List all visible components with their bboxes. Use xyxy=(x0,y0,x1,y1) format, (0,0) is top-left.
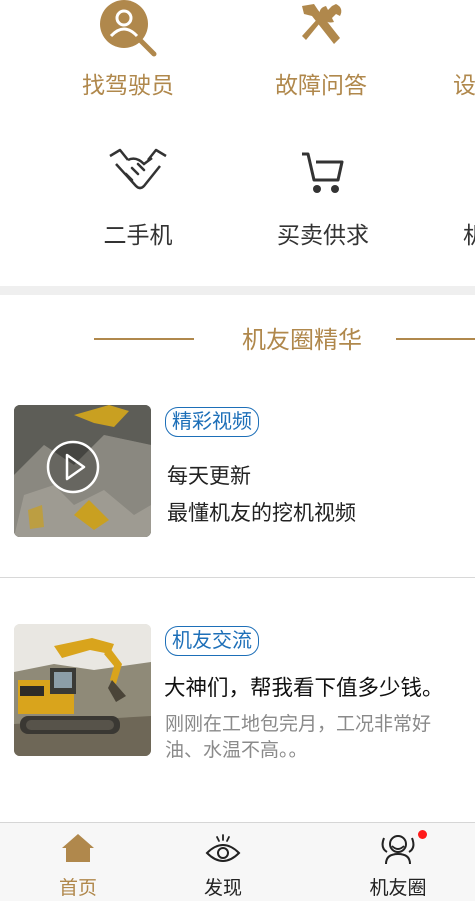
menu-item-trade-supply[interactable]: 买卖供求 xyxy=(228,140,418,250)
notification-badge xyxy=(418,830,427,839)
menu-item-settings[interactable]: 设 xyxy=(453,0,475,110)
post-line: 最懂机友的挖机视频 xyxy=(167,501,356,525)
section-header: 机友圈精华 xyxy=(0,318,475,358)
tab-label: 机友圈 xyxy=(369,877,427,899)
menu-item-machine[interactable]: 机 xyxy=(463,140,475,250)
search-driver-icon xyxy=(98,0,158,62)
tab-discover[interactable]: 发现 xyxy=(163,823,283,901)
excavator-image xyxy=(14,624,151,756)
post-line: 每天更新 xyxy=(167,464,251,488)
menu-item-find-driver[interactable]: 找驾驶员 xyxy=(33,0,223,110)
home-icon xyxy=(61,832,95,868)
menu-item-used-machine[interactable]: 二手机 xyxy=(43,140,233,250)
post-thumbnail[interactable] xyxy=(14,405,151,537)
shopping-cart-icon xyxy=(298,148,348,200)
play-icon[interactable] xyxy=(14,405,151,537)
menu-item-label: 故障问答 xyxy=(275,73,367,99)
post-thumbnail[interactable] xyxy=(14,624,151,756)
repair-tools-icon xyxy=(296,0,346,52)
menu-item-label: 买卖供求 xyxy=(277,223,369,249)
eye-icon xyxy=(205,833,241,869)
title-line-right xyxy=(396,338,475,340)
post-title: 大神们，帮我看下值多少钱。 xyxy=(164,676,444,701)
tab-label: 发现 xyxy=(203,877,242,899)
post-excerpt: 油、水温不高。。 xyxy=(165,739,308,761)
tab-friends[interactable]: 机友圈 xyxy=(338,823,458,901)
section-separator xyxy=(0,286,475,295)
friends-icon xyxy=(378,832,418,870)
tab-label: 首页 xyxy=(58,877,97,899)
menu-item-fault-qa[interactable]: 故障问答 xyxy=(226,0,416,110)
post-divider xyxy=(0,577,475,578)
post-tag: 机友交流 xyxy=(165,626,259,656)
tab-home[interactable]: 首页 xyxy=(18,823,138,901)
post-tag: 精彩视频 xyxy=(165,407,259,437)
handshake-icon xyxy=(106,146,170,200)
menu-item-label: 找驾驶员 xyxy=(82,73,174,99)
menu-item-label: 机 xyxy=(463,223,475,249)
post-excerpt: 刚刚在工地包完月，工况非常好 xyxy=(165,713,432,735)
menu-item-label: 二手机 xyxy=(103,223,173,249)
menu-item-label: 设 xyxy=(453,73,475,99)
bottom-tab-bar: 首页 发现 机友圈 xyxy=(0,822,475,901)
